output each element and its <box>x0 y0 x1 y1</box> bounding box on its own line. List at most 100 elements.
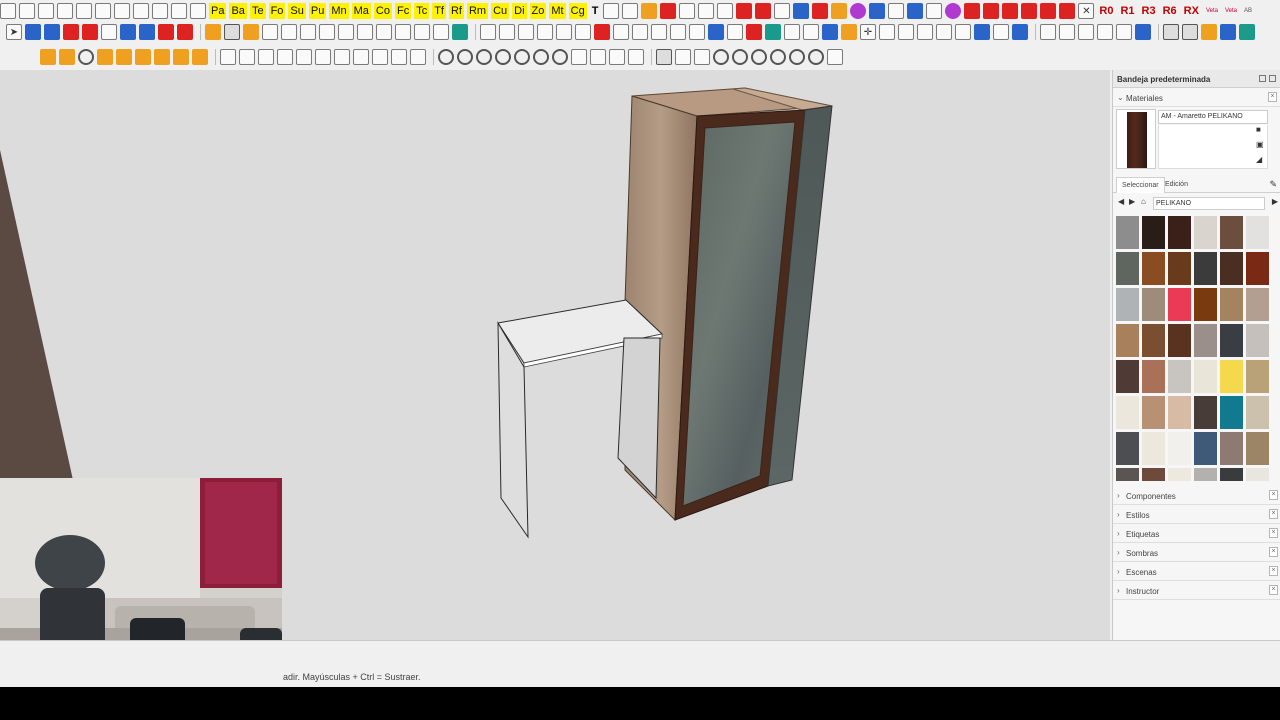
material-swatch-tile[interactable] <box>1220 396 1243 429</box>
material-swatch-tile[interactable] <box>1220 360 1243 393</box>
material-swatch-tile[interactable] <box>1194 468 1217 481</box>
hand-icon[interactable] <box>827 49 843 65</box>
arc-red-icon[interactable] <box>158 24 174 40</box>
icon-m[interactable] <box>296 49 312 65</box>
tab-edit[interactable]: Edición <box>1160 177 1193 193</box>
panel-icon-6[interactable] <box>357 24 373 40</box>
arrows-red-icon[interactable] <box>755 3 772 19</box>
material-swatch-tile[interactable] <box>1168 360 1191 393</box>
door-icon-2[interactable] <box>499 24 515 40</box>
move-icon[interactable] <box>774 3 791 19</box>
plugin-button-2[interactable]: Te <box>249 3 266 19</box>
material-swatch-tile[interactable] <box>1116 252 1139 285</box>
plugin-button-12[interactable]: Rf <box>448 3 464 19</box>
pencil-icon[interactable] <box>641 3 658 19</box>
icon-x[interactable] <box>656 49 672 65</box>
material-swatch-tile[interactable] <box>1194 396 1217 429</box>
axis-icon-2[interactable] <box>44 24 60 40</box>
r3-button[interactable]: R3 <box>1140 3 1158 19</box>
table-icon[interactable] <box>698 3 715 19</box>
tool-icon-1[interactable] <box>784 24 800 40</box>
material-swatch-tile[interactable] <box>1142 360 1165 393</box>
gear-teal-icon[interactable] <box>452 24 468 40</box>
axis-icon-3[interactable] <box>63 24 79 40</box>
section-scenes[interactable]: › Escenas × <box>1113 562 1280 581</box>
material-swatch-tile[interactable] <box>1194 252 1217 285</box>
materials-section-header[interactable]: ⌄ Materiales × <box>1113 88 1280 107</box>
panel-icon-2[interactable] <box>281 24 297 40</box>
pdf-icon[interactable] <box>717 3 734 19</box>
hex-icon[interactable] <box>888 3 905 19</box>
plugin-button-8[interactable]: Co <box>373 3 392 19</box>
eyedropper-icon[interactable]: ◢ <box>1256 155 1264 164</box>
veta-button-2[interactable]: Veta <box>1223 3 1239 19</box>
plugin-button-13[interactable]: Rm <box>466 3 489 19</box>
handle-icon[interactable] <box>727 24 743 40</box>
door-icon-1[interactable] <box>480 24 496 40</box>
material-swatch-tile[interactable] <box>1168 252 1191 285</box>
plugin-button-16[interactable]: Zo <box>529 3 547 19</box>
library-select[interactable]: PELIKANO <box>1153 197 1265 210</box>
close-x-icon[interactable]: ✕ <box>1078 3 1095 19</box>
panel-icon-7[interactable] <box>376 24 392 40</box>
plugin-button-4[interactable]: Su <box>288 3 306 19</box>
cube-icon-3[interactable] <box>243 24 259 40</box>
home-icon[interactable]: ⌂ <box>1141 197 1146 206</box>
material-swatch-tile[interactable] <box>1246 432 1269 465</box>
ab-button[interactable]: AB <box>1242 3 1254 19</box>
material-swatch-tile[interactable] <box>1168 216 1191 249</box>
material-swatch-tile[interactable] <box>1116 216 1139 249</box>
screen-blue-icon[interactable] <box>907 3 924 19</box>
section-instructor[interactable]: › Instructor × <box>1113 581 1280 600</box>
material-swatch-tile[interactable] <box>1142 468 1165 481</box>
panel-icon-5[interactable] <box>338 24 354 40</box>
box-orange-icon[interactable] <box>1201 24 1217 40</box>
tool-icon-2[interactable] <box>803 24 819 40</box>
close-section-icon[interactable]: × <box>1269 585 1278 595</box>
orbit-icon-2[interactable] <box>457 49 473 65</box>
outline-icon-4[interactable] <box>1097 24 1113 40</box>
panel-icon-4[interactable] <box>319 24 335 40</box>
print-icon[interactable] <box>171 3 187 19</box>
undo-icon[interactable] <box>133 3 149 19</box>
icon-k[interactable] <box>258 49 274 65</box>
material-swatch-tile[interactable] <box>1246 252 1269 285</box>
material-swatch-tile[interactable] <box>1142 216 1165 249</box>
material-name-field[interactable]: AM - Amaretto PELIKANO <box>1158 110 1268 124</box>
details-arrow-icon[interactable]: ▶ <box>1272 197 1278 206</box>
section-styles[interactable]: › Estilos × <box>1113 505 1280 524</box>
icon-p[interactable] <box>353 49 369 65</box>
icon-q[interactable] <box>372 49 388 65</box>
section-tags[interactable]: › Etiquetas × <box>1113 524 1280 543</box>
plugin-button-18[interactable]: Cg <box>568 3 587 19</box>
pink-circle-icon[interactable] <box>945 3 962 19</box>
r1-button[interactable]: R1 <box>1118 3 1136 19</box>
rect-red-icon-4[interactable] <box>1040 3 1057 19</box>
icon-b[interactable] <box>59 49 75 65</box>
icon-e[interactable] <box>135 49 151 65</box>
material-swatch-tile[interactable] <box>1220 288 1243 321</box>
layout-icon-3[interactable] <box>917 24 933 40</box>
panel-icon-9[interactable] <box>414 24 430 40</box>
icon-u[interactable] <box>590 49 606 65</box>
material-swatch-tile[interactable] <box>1142 288 1165 321</box>
plugin-button-5[interactable]: Pu <box>308 3 327 19</box>
material-swatch-tile[interactable] <box>1142 396 1165 429</box>
rect-red-icon-5[interactable] <box>1059 3 1076 19</box>
icon-t[interactable] <box>571 49 587 65</box>
material-swatch-tile[interactable] <box>1116 432 1139 465</box>
blue-icon-3[interactable] <box>1012 24 1028 40</box>
door-icon-3[interactable] <box>518 24 534 40</box>
circle-icon-1[interactable] <box>78 49 94 65</box>
back-icon[interactable]: ◀ <box>1118 197 1124 206</box>
icon-y[interactable] <box>675 49 691 65</box>
material-swatch-tile[interactable] <box>1168 324 1191 357</box>
material-swatch-tile[interactable] <box>1168 432 1191 465</box>
material-swatch-tile[interactable] <box>1246 360 1269 393</box>
model-info-icon[interactable] <box>190 3 206 19</box>
c-red-icon[interactable] <box>812 3 829 19</box>
purple-circle-icon[interactable] <box>850 3 867 19</box>
cube-icon-2[interactable] <box>224 24 240 40</box>
r6-button[interactable]: R6 <box>1161 3 1179 19</box>
icon-i[interactable] <box>220 49 236 65</box>
